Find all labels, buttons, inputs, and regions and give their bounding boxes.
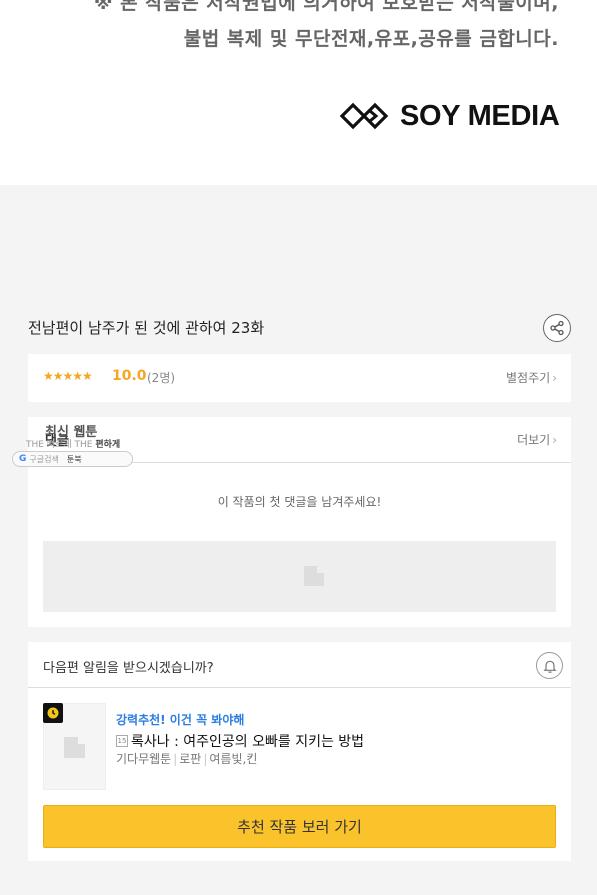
overlay-pill-extra: 툰북 bbox=[66, 454, 82, 464]
episode-title: 전남편이 남주가 된 것에 관하여 23화 bbox=[28, 319, 265, 337]
image-placeholder-icon bbox=[304, 566, 324, 586]
rating-card: ★★★★★ 10.0 (2명) 별점주기 › bbox=[28, 354, 571, 402]
rating-stars: ★★★★★ bbox=[43, 369, 93, 383]
chevron-right-icon: › bbox=[552, 371, 557, 385]
more-link-label: 더보기 bbox=[517, 433, 551, 447]
overlay-pill-text: 구글검색 bbox=[29, 454, 59, 464]
recommended-meta: 기다무웹툰 | 로판 | 여름빛,킨 bbox=[116, 750, 257, 767]
logo-text: SOY MEDIA bbox=[400, 99, 560, 132]
meta-author: 여름빛,킨 bbox=[209, 752, 258, 766]
next-episode-card: 다음편 알림을 받으시겠습니까? 강력추천! 이건 꼭 봐야해 15 록사나 :… bbox=[28, 642, 571, 861]
publisher-logo: SOY MEDIA bbox=[340, 99, 560, 133]
comments-more-link[interactable]: 더보기 › bbox=[517, 431, 557, 448]
overlay-sub-prefix: THE 빠르게 THE bbox=[26, 440, 93, 450]
rate-link[interactable]: 별점주기 › bbox=[506, 369, 557, 386]
bell-icon bbox=[542, 660, 557, 673]
divider bbox=[28, 687, 571, 688]
meta-category: 기다무웹툰 bbox=[116, 752, 172, 766]
age-rating-badge: 15 bbox=[116, 735, 128, 747]
recommended-title[interactable]: 15 록사나 : 여주인공의 오빠를 지키는 방법 bbox=[116, 731, 364, 751]
next-notification-question: 다음편 알림을 받으시겠습니까? bbox=[43, 661, 214, 676]
overlay-search-pill[interactable]: G 구글검색 툰북 bbox=[12, 451, 133, 467]
image-placeholder-icon bbox=[64, 737, 85, 758]
meta-genre: 로판 bbox=[179, 752, 202, 766]
rating-count: (2명) bbox=[147, 371, 176, 385]
comment-input-box[interactable] bbox=[43, 541, 556, 612]
overlay-subtext: THE 빠르게 THE 편하게 bbox=[26, 437, 120, 450]
overlay-sub-bold: 편하게 bbox=[95, 440, 121, 450]
chevron-right-icon: › bbox=[552, 433, 557, 447]
google-icon: G bbox=[19, 454, 27, 464]
rate-link-label: 별점주기 bbox=[506, 371, 551, 385]
clock-icon bbox=[43, 703, 63, 723]
copyright-section: ※ 본 작품은 저작권법에 의거하여 보호받는 저작물이며, 불법 복제 및 무… bbox=[0, 0, 597, 185]
copyright-line-2: 불법 복제 및 무단전재,유포,공유를 금합니다. bbox=[183, 28, 559, 50]
share-button[interactable] bbox=[543, 314, 571, 342]
recommended-title-text: 록사나 : 여주인공의 오빠를 지키는 방법 bbox=[131, 734, 365, 750]
recommend-button[interactable]: 추천 작품 보러 가기 bbox=[43, 805, 556, 848]
share-icon bbox=[550, 320, 564, 336]
notification-bell-button[interactable] bbox=[536, 652, 563, 679]
meta-separator: | bbox=[173, 752, 178, 766]
rating-score: 10.0 bbox=[112, 368, 147, 384]
meta-separator: | bbox=[203, 752, 208, 766]
recommend-tag: 강력추천! 이건 꼭 봐야해 bbox=[116, 713, 245, 727]
comments-empty-message: 이 작품의 첫 댓글을 남겨주세요! bbox=[217, 495, 382, 509]
copyright-line-1: ※ 본 작품은 저작권법에 의거하여 보호받는 저작물이며, bbox=[94, 0, 559, 14]
soy-media-logo-icon bbox=[340, 102, 389, 130]
